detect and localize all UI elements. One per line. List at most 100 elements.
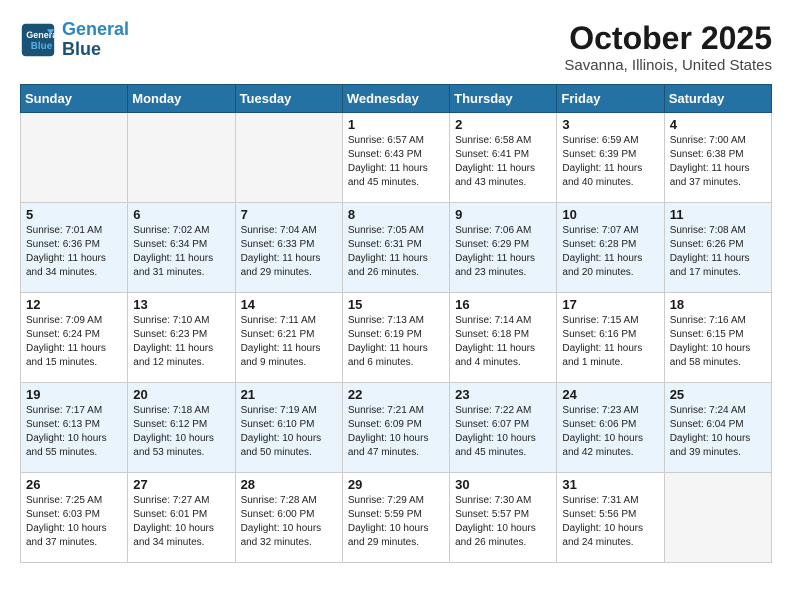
calendar-day-cell: 2 Sunrise: 6:58 AM Sunset: 6:41 PM Daylig… bbox=[450, 113, 557, 203]
empty-cell bbox=[21, 113, 128, 203]
calendar-day-cell: 12Sunrise: 7:09 AM Sunset: 6:24 PM Dayli… bbox=[21, 293, 128, 383]
calendar-day-cell: 20 Sunrise: 7:18 AM Sunset: 6:12 PM Dayli… bbox=[128, 383, 235, 473]
day-info: Sunrise: 7:24 AM Sunset: 6:04 PM Dayligh… bbox=[670, 404, 766, 460]
svg-text:Blue: Blue bbox=[31, 41, 53, 52]
day-number: 25 bbox=[670, 387, 766, 402]
day-info: Sunrise: 6:59 AM Sunset: 6:39 PM Dayligh… bbox=[562, 134, 658, 190]
calendar-table: SundayMondayTuesdayWednesdayThursdayFrid… bbox=[20, 84, 772, 563]
calendar-day-cell: 27Sunrise: 7:27 AM Sunset: 6:01 PM Dayli… bbox=[128, 473, 235, 563]
calendar-day-cell: 13 Sunrise: 7:10 AM Sunset: 6:23 PM Dayli… bbox=[128, 293, 235, 383]
day-info: Sunrise: 7:28 AM Sunset: 6:00 PM Dayligh… bbox=[241, 494, 337, 550]
day-number: 16 bbox=[455, 297, 551, 312]
day-number: 1 bbox=[348, 117, 444, 132]
day-info: Sunrise: 7:04 AM Sunset: 6:33 PM Dayligh… bbox=[241, 224, 337, 280]
day-info: Sunrise: 7:31 AM Sunset: 5:56 PM Dayligh… bbox=[562, 494, 658, 550]
calendar-day-cell: 25 Sunrise: 7:24 AM Sunset: 6:04 PM Dayli… bbox=[664, 383, 771, 473]
day-number: 17 bbox=[562, 297, 658, 312]
calendar-day-cell: 15 Sunrise: 7:13 AM Sunset: 6:19 PM Dayli… bbox=[342, 293, 449, 383]
day-number: 7 bbox=[241, 207, 337, 222]
day-number: 28 bbox=[241, 477, 337, 492]
calendar-day-cell: 11 Sunrise: 7:08 AM Sunset: 6:26 PM Dayli… bbox=[664, 203, 771, 293]
calendar-day-cell: 29Sunrise: 7:29 AM Sunset: 5:59 PM Dayli… bbox=[342, 473, 449, 563]
calendar-day-cell: 8 Sunrise: 7:05 AM Sunset: 6:31 PM Daylig… bbox=[342, 203, 449, 293]
day-info: Sunrise: 7:13 AM Sunset: 6:19 PM Dayligh… bbox=[348, 314, 444, 370]
calendar-title: October 2025 bbox=[564, 20, 772, 57]
day-number: 13 bbox=[133, 297, 229, 312]
day-info: Sunrise: 7:08 AM Sunset: 6:26 PM Dayligh… bbox=[670, 224, 766, 280]
day-info: Sunrise: 7:22 AM Sunset: 6:07 PM Dayligh… bbox=[455, 404, 551, 460]
logo-icon: General Blue bbox=[20, 22, 56, 58]
calendar-day-cell: 4Sunrise: 7:00 AM Sunset: 6:38 PM Daylig… bbox=[664, 113, 771, 203]
weekday-header-monday: Monday bbox=[128, 85, 235, 113]
calendar-day-cell: 31 Sunrise: 7:31 AM Sunset: 5:56 PM Dayli… bbox=[557, 473, 664, 563]
calendar-day-cell: 5 Sunrise: 7:01 AM Sunset: 6:36 PM Daylig… bbox=[21, 203, 128, 293]
weekday-header-tuesday: Tuesday bbox=[235, 85, 342, 113]
calendar-day-cell: 30 Sunrise: 7:30 AM Sunset: 5:57 PM Dayli… bbox=[450, 473, 557, 563]
calendar-day-cell: 23 Sunrise: 7:22 AM Sunset: 6:07 PM Dayli… bbox=[450, 383, 557, 473]
day-info: Sunrise: 7:17 AM Sunset: 6:13 PM Dayligh… bbox=[26, 404, 122, 460]
day-info: Sunrise: 7:18 AM Sunset: 6:12 PM Dayligh… bbox=[133, 404, 229, 460]
calendar-week-row: 19 Sunrise: 7:17 AM Sunset: 6:13 PM Dayli… bbox=[21, 383, 772, 473]
day-info: Sunrise: 7:21 AM Sunset: 6:09 PM Dayligh… bbox=[348, 404, 444, 460]
day-info: Sunrise: 6:57 AM Sunset: 6:43 PM Dayligh… bbox=[348, 134, 444, 190]
page-header: General Blue GeneralBlue October 2025 Sa… bbox=[20, 20, 772, 74]
calendar-day-cell: 9 Sunrise: 7:06 AM Sunset: 6:29 PM Daylig… bbox=[450, 203, 557, 293]
calendar-day-cell: 7 Sunrise: 7:04 AM Sunset: 6:33 PM Daylig… bbox=[235, 203, 342, 293]
day-number: 18 bbox=[670, 297, 766, 312]
day-info: Sunrise: 7:01 AM Sunset: 6:36 PM Dayligh… bbox=[26, 224, 122, 280]
calendar-day-cell: 16Sunrise: 7:14 AM Sunset: 6:18 PM Dayli… bbox=[450, 293, 557, 383]
weekday-header-friday: Friday bbox=[557, 85, 664, 113]
day-number: 8 bbox=[348, 207, 444, 222]
day-info: Sunrise: 7:00 AM Sunset: 6:38 PM Dayligh… bbox=[670, 134, 766, 190]
day-number: 29 bbox=[348, 477, 444, 492]
calendar-day-cell: 6 Sunrise: 7:02 AM Sunset: 6:34 PM Daylig… bbox=[128, 203, 235, 293]
day-number: 27 bbox=[133, 477, 229, 492]
day-number: 11 bbox=[670, 207, 766, 222]
weekday-header-wednesday: Wednesday bbox=[342, 85, 449, 113]
day-number: 31 bbox=[562, 477, 658, 492]
day-info: Sunrise: 7:05 AM Sunset: 6:31 PM Dayligh… bbox=[348, 224, 444, 280]
day-number: 20 bbox=[133, 387, 229, 402]
day-number: 23 bbox=[455, 387, 551, 402]
calendar-week-row: 12Sunrise: 7:09 AM Sunset: 6:24 PM Dayli… bbox=[21, 293, 772, 383]
day-info: Sunrise: 7:02 AM Sunset: 6:34 PM Dayligh… bbox=[133, 224, 229, 280]
title-block: October 2025 Savanna, Illinois, United S… bbox=[564, 20, 772, 74]
day-number: 10 bbox=[562, 207, 658, 222]
calendar-day-cell: 17 Sunrise: 7:15 AM Sunset: 6:16 PM Dayli… bbox=[557, 293, 664, 383]
day-info: Sunrise: 6:58 AM Sunset: 6:41 PM Dayligh… bbox=[455, 134, 551, 190]
day-info: Sunrise: 7:10 AM Sunset: 6:23 PM Dayligh… bbox=[133, 314, 229, 370]
calendar-subtitle: Savanna, Illinois, United States bbox=[564, 57, 772, 74]
day-number: 3 bbox=[562, 117, 658, 132]
day-info: Sunrise: 7:25 AM Sunset: 6:03 PM Dayligh… bbox=[26, 494, 122, 550]
day-number: 5 bbox=[26, 207, 122, 222]
weekday-header-thursday: Thursday bbox=[450, 85, 557, 113]
day-number: 6 bbox=[133, 207, 229, 222]
day-info: Sunrise: 7:15 AM Sunset: 6:16 PM Dayligh… bbox=[562, 314, 658, 370]
weekday-header-saturday: Saturday bbox=[664, 85, 771, 113]
day-number: 15 bbox=[348, 297, 444, 312]
calendar-week-row: 5 Sunrise: 7:01 AM Sunset: 6:36 PM Daylig… bbox=[21, 203, 772, 293]
day-number: 2 bbox=[455, 117, 551, 132]
day-number: 30 bbox=[455, 477, 551, 492]
weekday-header-row: SundayMondayTuesdayWednesdayThursdayFrid… bbox=[21, 85, 772, 113]
day-number: 19 bbox=[26, 387, 122, 402]
calendar-day-cell: 21Sunrise: 7:19 AM Sunset: 6:10 PM Dayli… bbox=[235, 383, 342, 473]
day-info: Sunrise: 7:06 AM Sunset: 6:29 PM Dayligh… bbox=[455, 224, 551, 280]
calendar-day-cell: 1 Sunrise: 6:57 AM Sunset: 6:43 PM Daylig… bbox=[342, 113, 449, 203]
day-info: Sunrise: 7:16 AM Sunset: 6:15 PM Dayligh… bbox=[670, 314, 766, 370]
day-number: 22 bbox=[348, 387, 444, 402]
day-number: 12 bbox=[26, 297, 122, 312]
logo-text: GeneralBlue bbox=[62, 20, 129, 60]
empty-cell bbox=[128, 113, 235, 203]
calendar-day-cell: 19 Sunrise: 7:17 AM Sunset: 6:13 PM Dayli… bbox=[21, 383, 128, 473]
day-number: 21 bbox=[241, 387, 337, 402]
calendar-day-cell: 22 Sunrise: 7:21 AM Sunset: 6:09 PM Dayli… bbox=[342, 383, 449, 473]
weekday-header-sunday: Sunday bbox=[21, 85, 128, 113]
calendar-week-row: 26Sunrise: 7:25 AM Sunset: 6:03 PM Dayli… bbox=[21, 473, 772, 563]
calendar-week-row: 1 Sunrise: 6:57 AM Sunset: 6:43 PM Daylig… bbox=[21, 113, 772, 203]
calendar-day-cell: 10Sunrise: 7:07 AM Sunset: 6:28 PM Dayli… bbox=[557, 203, 664, 293]
day-number: 14 bbox=[241, 297, 337, 312]
day-number: 9 bbox=[455, 207, 551, 222]
day-info: Sunrise: 7:30 AM Sunset: 5:57 PM Dayligh… bbox=[455, 494, 551, 550]
day-info: Sunrise: 7:23 AM Sunset: 6:06 PM Dayligh… bbox=[562, 404, 658, 460]
